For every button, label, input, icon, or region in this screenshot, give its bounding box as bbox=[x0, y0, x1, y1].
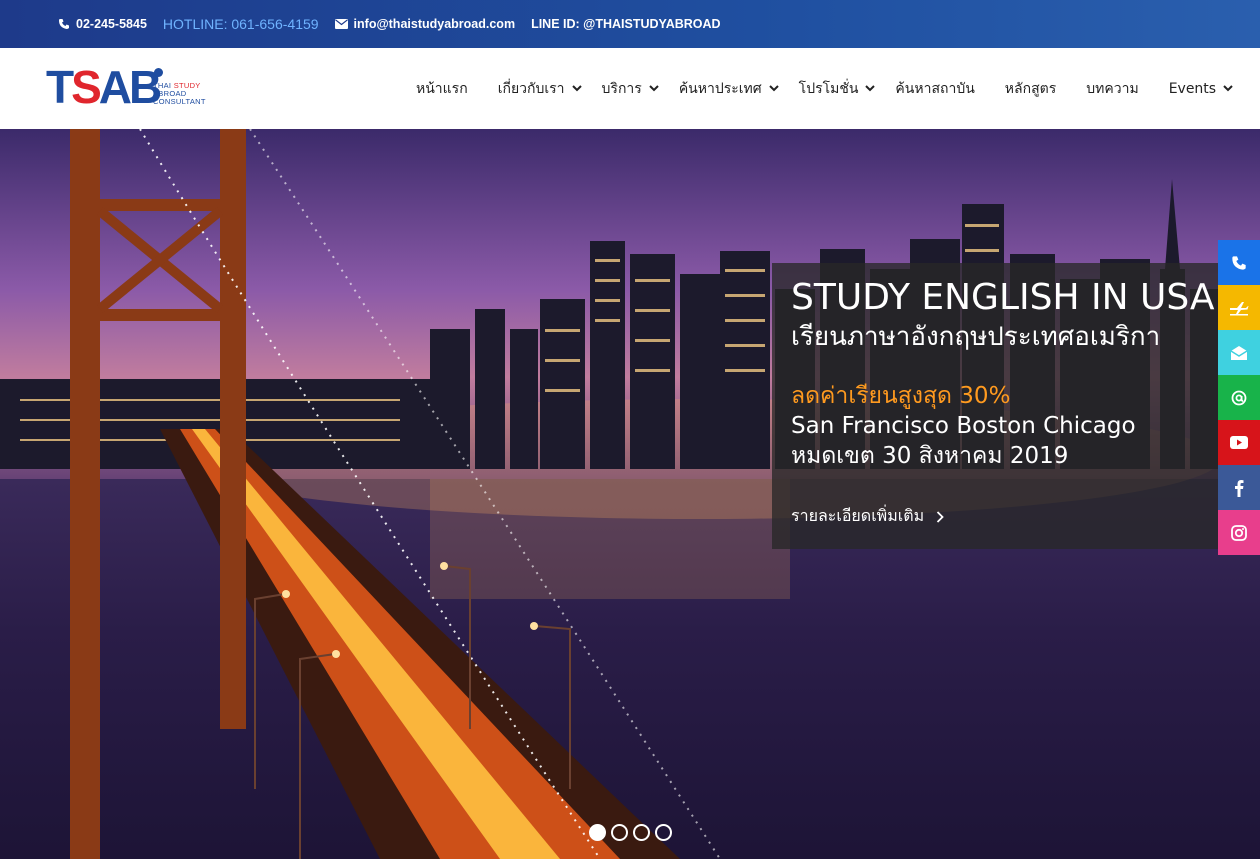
chevron-down-icon bbox=[865, 85, 876, 92]
plane-icon bbox=[1230, 301, 1249, 315]
nav-item-countries[interactable]: ค้นหาประเทศ bbox=[679, 78, 779, 100]
social-at-button[interactable] bbox=[1218, 375, 1260, 420]
nav-item-services[interactable]: บริการ bbox=[602, 78, 659, 100]
chevron-down-icon bbox=[1223, 85, 1233, 92]
hero-slider: STUDY ENGLISH IN USA เรียนภาษาอังกฤษประเ… bbox=[0, 129, 1260, 859]
nav-item-events[interactable]: Events bbox=[1169, 81, 1233, 97]
logo-mark: TSAB bbox=[46, 61, 162, 113]
nav-item-promotions[interactable]: โปรโมชั่น bbox=[799, 78, 876, 100]
social-phone-button[interactable] bbox=[1218, 240, 1260, 285]
slider-dot[interactable] bbox=[589, 824, 606, 841]
line-contact[interactable]: LINE ID: @THAISTUDYABROAD bbox=[531, 17, 721, 31]
slide-title: STUDY ENGLISH IN USA bbox=[791, 277, 1215, 318]
at-icon bbox=[1231, 390, 1247, 405]
hotline-number: HOTLINE: 061-656-4159 bbox=[162, 16, 319, 32]
main-nav: หน้าแรก เกี่ยวกับเรา บริการ ค้นหาประเทศ … bbox=[416, 48, 1233, 129]
chevron-right-icon bbox=[937, 510, 944, 523]
nav-item-label: บทความ bbox=[1086, 80, 1139, 97]
slide-caption: STUDY ENGLISH IN USA เรียนภาษาอังกฤษประเ… bbox=[772, 263, 1260, 549]
nav-item-label: โปรโมชั่น bbox=[798, 80, 859, 97]
chevron-down-icon bbox=[768, 85, 779, 92]
social-email-button[interactable] bbox=[1218, 330, 1260, 375]
email-contact[interactable]: info@thaistudyabroad.com bbox=[334, 17, 516, 31]
email-address: info@thaistudyabroad.com bbox=[353, 17, 516, 31]
social-facebook-button[interactable] bbox=[1218, 465, 1260, 510]
instagram-icon bbox=[1231, 524, 1247, 541]
logo-letter-t: T bbox=[46, 61, 74, 113]
phone-number: 02-245-5845 bbox=[76, 17, 147, 31]
slider-dot[interactable] bbox=[633, 824, 650, 841]
site-logo[interactable]: TSAB THAI STUDY ABROAD CONSULTANT bbox=[46, 64, 206, 114]
logo-letter-s: S bbox=[71, 61, 102, 113]
envelope-open-icon bbox=[1230, 345, 1248, 360]
nav-item-label: Events bbox=[1168, 80, 1217, 97]
nav-item-articles[interactable]: บทความ bbox=[1086, 78, 1138, 100]
slide-promo: ลดค่าเรียนสูงสุด 30% bbox=[791, 383, 1011, 409]
slider-dot[interactable] bbox=[611, 824, 628, 841]
nav-item-label: บริการ bbox=[601, 80, 642, 97]
slide-more-link[interactable]: รายละเอียดเพิ่มเติม bbox=[791, 504, 944, 529]
phone-contact[interactable]: 02-245-5845 bbox=[58, 17, 147, 31]
nav-item-label: หน้าแรก bbox=[416, 80, 468, 97]
social-sidebar bbox=[1218, 240, 1260, 555]
nav-item-home[interactable]: หน้าแรก bbox=[416, 78, 468, 100]
social-instagram-button[interactable] bbox=[1218, 510, 1260, 555]
logo-letters-ab: AB bbox=[98, 61, 162, 113]
slide-more-label: รายละเอียดเพิ่มเติม bbox=[791, 506, 925, 525]
facebook-icon bbox=[1235, 479, 1244, 497]
slide-subtitle: เรียนภาษาอังกฤษประเทศอเมริกา bbox=[791, 322, 1161, 352]
nav-item-label: เกี่ยวกับเรา bbox=[497, 80, 565, 97]
nav-item-institutions[interactable]: ค้นหาสถาบัน bbox=[895, 78, 974, 100]
hotline-contact[interactable]: HOTLINE: 061-656-4159 bbox=[163, 16, 319, 32]
chevron-down-icon bbox=[571, 85, 582, 92]
logo-tagline: THAI STUDY ABROAD CONSULTANT bbox=[153, 82, 206, 106]
slider-dot[interactable] bbox=[655, 824, 672, 841]
chevron-down-icon bbox=[649, 85, 659, 92]
logo-dot bbox=[154, 68, 163, 77]
youtube-icon bbox=[1230, 436, 1248, 449]
slide-deadline: หมดเขต 30 สิงหาคม 2019 bbox=[791, 443, 1069, 469]
nav-item-courses[interactable]: หลักสูตร bbox=[1005, 78, 1056, 100]
top-contact-bar: 02-245-5845 HOTLINE: 061-656-4159 info@t… bbox=[0, 0, 1260, 48]
social-youtube-button[interactable] bbox=[1218, 420, 1260, 465]
nav-item-label: หลักสูตร bbox=[1004, 80, 1057, 97]
site-header: TSAB THAI STUDY ABROAD CONSULTANT หน้าแร… bbox=[0, 48, 1260, 129]
nav-item-about[interactable]: เกี่ยวกับเรา bbox=[498, 78, 582, 100]
envelope-icon bbox=[334, 19, 348, 29]
logo-tagline-consultant: CONSULTANT bbox=[153, 97, 206, 106]
nav-item-label: ค้นหาประเทศ bbox=[678, 80, 762, 97]
nav-item-label: ค้นหาสถาบัน bbox=[895, 80, 975, 97]
phone-icon bbox=[59, 19, 69, 29]
social-flight-button[interactable] bbox=[1218, 285, 1260, 330]
slider-pagination bbox=[589, 824, 677, 841]
line-id: LINE ID: @THAISTUDYABROAD bbox=[531, 17, 721, 31]
phone-icon bbox=[1232, 255, 1246, 270]
slide-cities: San Francisco Boston Chicago bbox=[791, 413, 1136, 439]
